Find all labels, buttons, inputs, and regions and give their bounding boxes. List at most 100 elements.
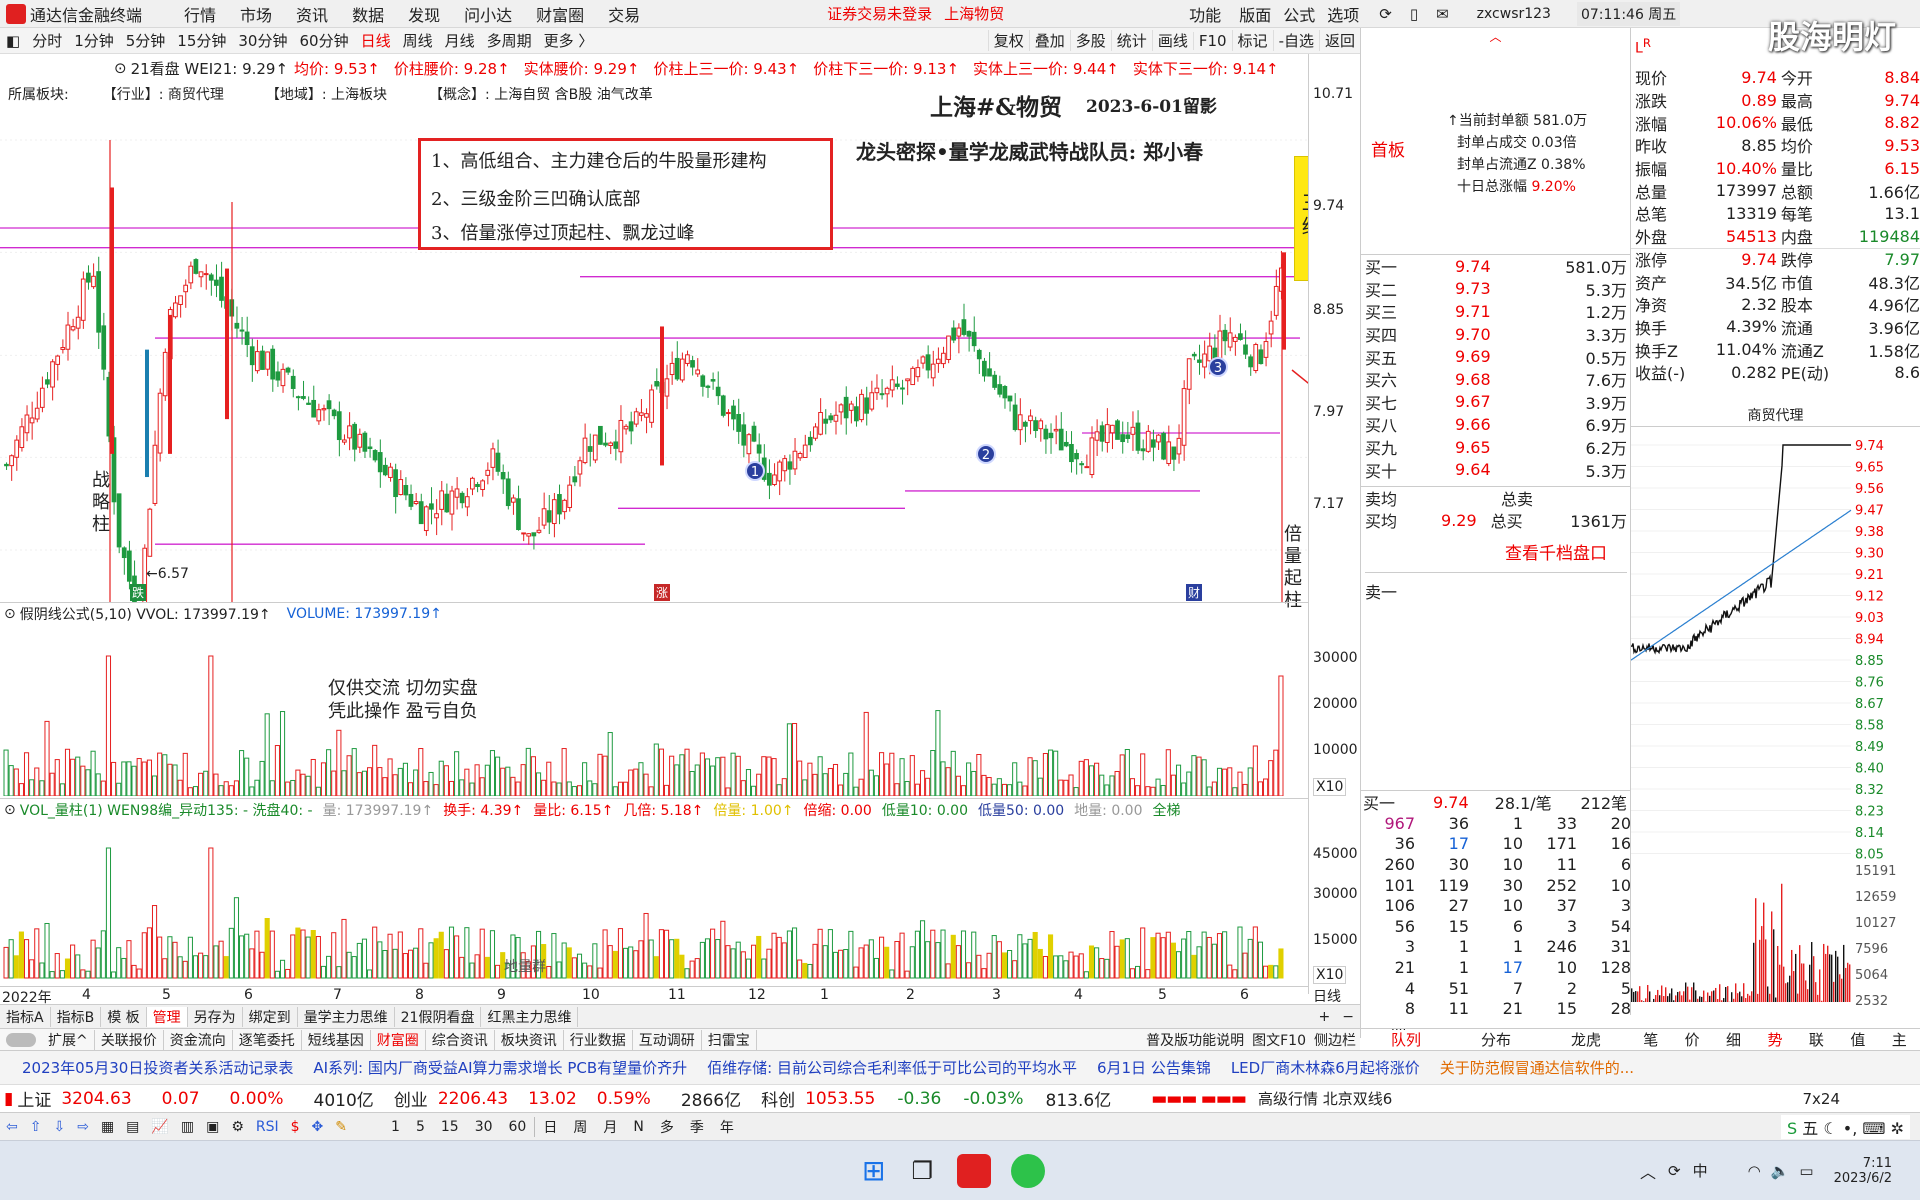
phone-icon[interactable]: ▯ — [1410, 5, 1418, 23]
panel-collapse-icon[interactable]: ⊙ — [4, 606, 16, 622]
mini-tab-lian[interactable]: 联 — [1809, 1029, 1824, 1050]
buy-level-row[interactable]: 买十 9.64 5.3万 — [1361, 458, 1631, 481]
buy-level-row[interactable]: 买八 9.66 6.9万 — [1361, 413, 1631, 436]
news-4[interactable]: 6月1日 公告集锦 — [1097, 1057, 1211, 1078]
nav-right-icon[interactable]: ⇨ — [77, 1119, 89, 1135]
news-2[interactable]: AI系列: 国内厂商受益AI算力需求增长 PCB有望量价齐升 — [313, 1057, 687, 1078]
tool-diejia[interactable]: 叠加 — [1028, 30, 1070, 51]
period-daily[interactable]: 日线 — [355, 30, 397, 51]
period-btn-30[interactable]: 30 — [467, 1119, 501, 1135]
tray-ime-icon[interactable]: 中 — [1693, 1160, 1708, 1181]
queue-tab-longhu[interactable]: 龙虎 — [1571, 1029, 1601, 1050]
tray-clock[interactable]: 7:11 2023/6/2 — [1834, 1156, 1892, 1186]
period-btn-n[interactable]: N — [625, 1119, 651, 1135]
advanced-quote[interactable]: 高级行情 北京双线6 — [1258, 1088, 1392, 1109]
tool-biaoji[interactable]: 标记 — [1231, 30, 1273, 51]
intraday-chart[interactable]: 9.74 9.65 9.56 9.47 9.38 9.30 9.21 9.12 9.03 8.94… — [1630, 427, 1920, 1017]
table-icon[interactable]: ▤ — [126, 1119, 139, 1135]
grid-icon[interactable]: ▦ — [101, 1119, 114, 1135]
subtab-zhubi[interactable]: 逐笔委托 — [233, 1029, 302, 1050]
pencil-icon[interactable]: ✎ — [335, 1119, 347, 1135]
subtab-zijin[interactable]: 资金流向 — [164, 1029, 233, 1050]
tool-zixuan[interactable]: -自选 — [1272, 30, 1319, 51]
tool-fuquan[interactable]: 复权 — [987, 30, 1029, 51]
subtab-right-2[interactable]: 图文F10 — [1248, 1030, 1310, 1050]
tray-sync-icon[interactable]: ⟳ — [1668, 1162, 1681, 1180]
tool-tongji[interactable]: 统计 — [1110, 30, 1152, 51]
buy-level-row[interactable]: 买六 9.68 7.6万 — [1361, 368, 1631, 391]
period-multi[interactable]: 多周期 — [481, 30, 538, 51]
subtab-caifuquan[interactable]: 财富圈 — [371, 1029, 426, 1050]
subtab-guanlian[interactable]: 关联报价 — [95, 1029, 164, 1050]
tab-zhibiao-b[interactable]: 指标B — [51, 1006, 102, 1027]
tab-guanli[interactable]: 管理 — [146, 1006, 188, 1027]
period-btn-season[interactable]: 季 — [682, 1117, 712, 1137]
index-cy-label[interactable]: 创业 — [394, 1086, 428, 1111]
news-5[interactable]: LED厂商木林森6月起将涨价 — [1231, 1057, 1420, 1078]
tool-fanhui[interactable]: 返回 — [1318, 30, 1360, 51]
period-btn-60[interactable]: 60 — [501, 1119, 535, 1135]
period-30min[interactable]: 30分钟 — [232, 30, 293, 51]
view-depth-link[interactable]: 查看千档盘口 — [1505, 539, 1631, 564]
panel2-collapse-icon[interactable]: ⊙ — [4, 802, 16, 818]
add-icon[interactable]: + — [1313, 1009, 1337, 1025]
subtab-zonghe[interactable]: 综合资讯 — [426, 1029, 495, 1050]
taskview-icon[interactable]: ❐ — [911, 1157, 933, 1185]
period-1min[interactable]: 1分钟 — [68, 30, 120, 51]
buy-level-row[interactable]: 买五 9.69 0.5万 — [1361, 345, 1631, 368]
subtab-kuozhan[interactable]: 扩展^ — [42, 1029, 95, 1050]
period-btn-multi[interactable]: 多 — [652, 1117, 682, 1137]
period-5min[interactable]: 5分钟 — [120, 30, 172, 51]
menu-item-gongshi[interactable]: 公式 — [1283, 2, 1315, 26]
buy-level-row[interactable]: 买一 9.74 581.0万 — [1361, 255, 1631, 278]
tab-hongHei[interactable]: 红黑主力思维 — [481, 1006, 579, 1027]
mini-tab-jia[interactable]: 价 — [1685, 1029, 1700, 1050]
period-60min[interactable]: 60分钟 — [293, 30, 354, 51]
tool-f10[interactable]: F10 — [1192, 31, 1232, 50]
period-more[interactable]: 更多 〉 — [538, 30, 600, 51]
menu-item-hangqing[interactable]: 行情 — [184, 2, 216, 26]
candle-icon[interactable]: ▥ — [181, 1119, 194, 1135]
period-btn-year[interactable]: 年 — [712, 1117, 742, 1137]
tdx-app-icon[interactable] — [956, 1153, 991, 1188]
buy-level-row[interactable]: 买二 9.73 5.3万 — [1361, 278, 1631, 301]
subtab-hangye[interactable]: 行业数据 — [564, 1029, 633, 1050]
tool-huaxian[interactable]: 画线 — [1151, 30, 1193, 51]
period-monthly[interactable]: 月线 — [439, 30, 481, 51]
tab-zhibiao-a[interactable]: 指标A — [0, 1006, 51, 1027]
tray-chevron-icon[interactable]: ︿ — [1640, 1159, 1656, 1183]
subtab-right-1[interactable]: 普及版功能说明 — [1142, 1030, 1248, 1050]
period-fenshi[interactable]: 分时 — [26, 30, 68, 51]
subtab-right-3[interactable]: 侧边栏 — [1310, 1030, 1360, 1050]
rsi-icon[interactable]: RSI — [256, 1119, 279, 1135]
news-6[interactable]: 关于防范假冒通达信软件的... — [1440, 1057, 1634, 1078]
subtab-bankuai[interactable]: 板块资讯 — [495, 1029, 564, 1050]
mini-tab-xi[interactable]: 细 — [1726, 1029, 1741, 1050]
mail-icon[interactable]: ✉ — [1436, 5, 1449, 23]
mini-tab-zhi[interactable]: 值 — [1850, 1029, 1865, 1050]
period-btn-1[interactable]: 1 — [383, 1119, 408, 1135]
menu-item-faxian[interactable]: 发现 — [408, 2, 440, 26]
menu-item-caifuquan[interactable]: 财富圈 — [536, 2, 584, 26]
user-name[interactable]: zxcwsr123 — [1477, 6, 1551, 22]
tray-wifi-icon[interactable]: ◠ — [1748, 1162, 1761, 1180]
news-3[interactable]: 佰维存储: 目前公司综合毛利率低于可比公司的平均水平 — [707, 1057, 1077, 1078]
settings-icon[interactable]: ⚙ — [231, 1119, 244, 1135]
collapse-up-icon[interactable]: ︿ — [1361, 28, 1630, 44]
menu-item-zixun[interactable]: 资讯 — [296, 2, 328, 26]
wechat-icon[interactable] — [1010, 1153, 1045, 1188]
refresh-icon[interactable]: ⟳ — [1379, 5, 1392, 23]
ime-icon[interactable]: S 五 ☾ •, ⌨ ✲ — [1781, 1114, 1910, 1139]
index-kc-label[interactable]: 科创 — [761, 1086, 795, 1111]
windows-start-icon[interactable]: ⊞ — [862, 1154, 885, 1187]
index-sh-label[interactable]: 上证 — [17, 1086, 51, 1111]
minus-icon[interactable]: − — [1336, 1009, 1360, 1025]
period-weekly[interactable]: 周线 — [397, 30, 439, 51]
menu-item-wenxiaoda[interactable]: 问小达 — [464, 2, 512, 26]
tab-liangxue[interactable]: 量学主力思维 — [298, 1006, 395, 1027]
period-btn-day[interactable]: 日 — [534, 1116, 565, 1137]
period-btn-5[interactable]: 5 — [408, 1119, 433, 1135]
mini-tab-bi[interactable]: 笔 — [1643, 1029, 1658, 1050]
tab-moban[interactable]: 模 板 — [101, 1006, 147, 1027]
crosshair-icon[interactable]: ✥ — [312, 1119, 324, 1135]
